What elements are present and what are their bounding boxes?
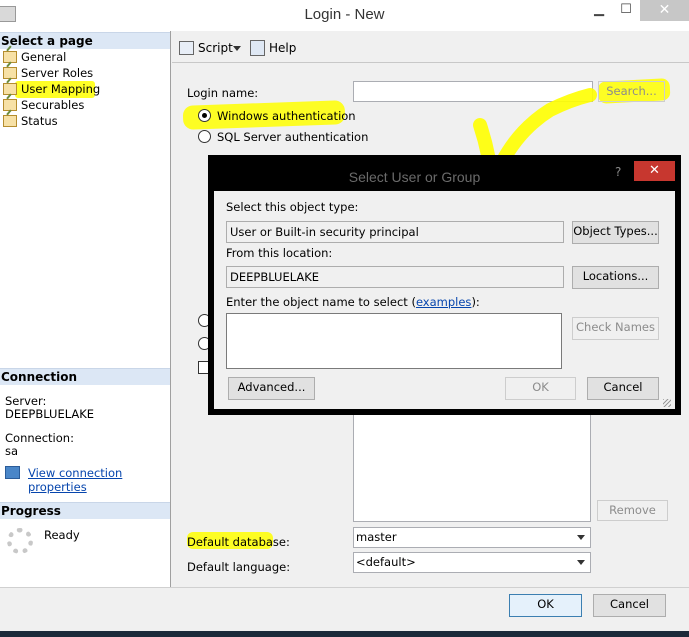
dialog-title: Select User or Group <box>348 169 481 185</box>
title-bar: Login - New ▁ ☐ ✕ <box>0 0 689 31</box>
remove-button[interactable]: Remove <box>597 500 668 521</box>
windows-auth-label: Windows authentication <box>217 109 356 123</box>
footer: OK Cancel <box>0 587 689 631</box>
advanced-button[interactable]: Advanced... <box>228 377 315 400</box>
help-icon <box>250 40 265 56</box>
sidebar-item-label: Securables <box>21 98 85 112</box>
server-value: DEEPBLUELAKE <box>5 407 95 421</box>
progress-header: Progress <box>0 502 170 519</box>
connection-label: Connection: <box>5 431 74 445</box>
default-language-value: <default> <box>356 555 416 569</box>
server-label: Server: <box>5 394 47 408</box>
toolbar: Script Help <box>172 34 689 62</box>
location-label: From this location: <box>226 246 333 260</box>
default-database-label: Default database: <box>187 535 290 549</box>
search-button[interactable]: Search... <box>598 81 665 102</box>
chevron-down-icon[interactable] <box>233 46 241 51</box>
progress-spinner-icon <box>7 528 33 554</box>
help-button[interactable]: Help <box>250 40 300 56</box>
script-button[interactable]: Script <box>179 40 249 56</box>
script-icon <box>179 41 194 55</box>
sidebar-item-label: User Mapping <box>21 82 101 96</box>
sidebar-item-label: General <box>21 50 67 64</box>
list-box[interactable] <box>353 410 591 522</box>
help-label: Help <box>269 41 297 55</box>
view-connection-properties-link[interactable]: View connection properties <box>28 466 170 494</box>
ok-button[interactable]: OK <box>509 594 582 617</box>
sidebar-item-securables[interactable]: Securables <box>3 97 84 113</box>
maximize-icon[interactable]: ☐ <box>614 0 638 22</box>
enter-name-label-pre: Enter the object name to select ( <box>226 295 416 309</box>
script-label: Script <box>198 41 233 55</box>
sidebar-item-label: Server Roles <box>21 66 94 80</box>
object-types-button[interactable]: Object Types... <box>572 221 659 244</box>
chevron-down-icon <box>577 560 585 565</box>
sidebar-item-label: Status <box>21 114 58 128</box>
check-names-button[interactable]: Check Names <box>572 317 659 340</box>
help-icon[interactable]: ? <box>615 165 621 179</box>
default-language-select[interactable]: <default> <box>353 552 591 573</box>
sidebar: Select a page General Server Roles User … <box>0 31 171 621</box>
dialog-title-bar: Select User or Group ? ✕ <box>214 161 675 191</box>
minimize-icon[interactable]: ▁ <box>587 0 611 22</box>
taskbar <box>0 631 689 637</box>
sidebar-item-server-roles[interactable]: Server Roles <box>3 65 93 81</box>
login-new-window: Login - New ▁ ☐ ✕ Select a page General … <box>0 0 689 637</box>
locations-button[interactable]: Locations... <box>572 266 659 289</box>
location-field: DEEPBLUELAKE <box>226 266 564 288</box>
enter-name-label-post: ): <box>471 295 480 309</box>
dialog-body: Select this object type: User or Built-i… <box>214 191 675 409</box>
default-database-select[interactable]: master <box>353 527 591 548</box>
default-language-label: Default language: <box>187 560 291 574</box>
enter-name-label: Enter the object name to select (example… <box>226 295 480 309</box>
object-name-textarea[interactable] <box>226 313 562 369</box>
windows-auth-radio[interactable] <box>198 109 211 122</box>
dialog-cancel-button[interactable]: Cancel <box>587 377 659 400</box>
dialog-ok-button[interactable]: OK <box>505 377 576 400</box>
window-title: Login - New <box>304 6 385 23</box>
sql-auth-label: SQL Server authentication <box>217 130 369 144</box>
close-icon[interactable]: ✕ <box>634 161 675 181</box>
login-name-label: Login name: <box>187 86 259 100</box>
connection-value: sa <box>5 444 19 458</box>
default-database-value: master <box>356 530 397 544</box>
sidebar-item-user-mapping[interactable]: User Mapping <box>3 81 100 97</box>
close-icon[interactable]: ✕ <box>640 0 689 21</box>
page-icon <box>3 115 17 127</box>
connection-properties-icon <box>5 466 20 479</box>
resize-grip-icon[interactable] <box>663 399 671 407</box>
examples-link[interactable]: examples <box>416 295 472 309</box>
chevron-down-icon <box>577 535 585 540</box>
progress-status: Ready <box>44 528 80 542</box>
object-type-field: User or Built-in security principal <box>226 221 564 243</box>
sidebar-item-status[interactable]: Status <box>3 113 58 129</box>
select-page-header: Select a page <box>0 32 170 49</box>
toolbar-divider <box>172 62 689 63</box>
select-user-dialog: Select User or Group ? ✕ Select this obj… <box>208 155 681 415</box>
cancel-button[interactable]: Cancel <box>593 594 666 617</box>
connection-header: Connection <box>0 368 170 385</box>
sql-auth-radio[interactable] <box>198 130 211 143</box>
object-type-label: Select this object type: <box>226 200 359 214</box>
